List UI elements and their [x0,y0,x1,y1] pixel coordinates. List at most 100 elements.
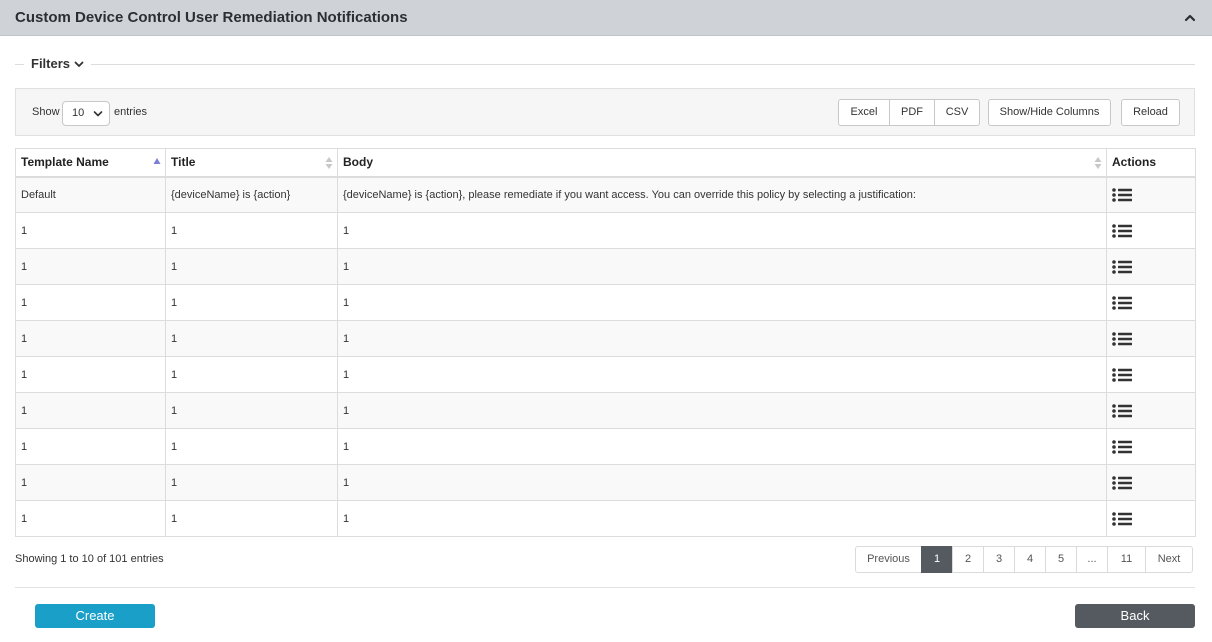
table-row: 111 [15,464,1196,501]
cell-title: 1 [165,248,338,285]
cell-title: {deviceName} is {action} [165,176,338,213]
cell-template-name: 1 [15,428,166,465]
cell-body: 1 [337,212,1107,249]
cell-body: 1 [337,428,1107,465]
row-actions-button[interactable] [1106,284,1196,321]
csv-button[interactable]: CSV [934,99,980,126]
pagination-next[interactable]: Next [1145,546,1193,573]
row-actions-button[interactable] [1106,428,1196,465]
pagination-page-2[interactable]: 2 [952,546,984,573]
cell-title: 1 [165,392,338,429]
row-actions-button[interactable] [1106,320,1196,357]
pagination: Previous 1 2 3 4 5 ... 11 Next [855,546,1193,573]
table-row: 111 [15,428,1196,465]
cell-body: 1 [337,320,1107,357]
column-header-label: Template Name [21,155,109,170]
column-header-title[interactable]: Title [165,148,338,178]
table-row: 111 [15,212,1196,249]
column-header-template-name[interactable]: Template Name [15,148,166,178]
notifications-table: Template Name Title Body Actions Default… [15,148,1196,537]
cell-body: 1 [337,284,1107,321]
column-header-actions: Actions [1106,148,1196,178]
row-actions-button[interactable] [1106,392,1196,429]
cell-title: 1 [165,212,338,249]
pagination-page-11[interactable]: 11 [1107,546,1146,573]
pagination-page-4[interactable]: 4 [1014,546,1046,573]
row-actions-button[interactable] [1106,500,1196,537]
list-icon [1112,367,1132,382]
create-button[interactable]: Create [35,604,155,628]
list-icon [1112,511,1132,526]
cell-template-name: 1 [15,356,166,393]
cell-template-name: 1 [15,248,166,285]
cell-template-name: 1 [15,284,166,321]
table-info: Showing 1 to 10 of 101 entries [15,553,164,565]
page-size-select[interactable]: 10 [62,101,110,126]
cell-template-name: 1 [15,392,166,429]
table-header-row: Template Name Title Body Actions [15,148,1196,178]
pagination-page-3[interactable]: 3 [983,546,1015,573]
cell-title: 1 [165,428,338,465]
reload-button[interactable]: Reload [1121,99,1180,126]
chevron-down-icon [74,61,84,67]
row-actions-button[interactable] [1106,356,1196,393]
sort-icon [325,157,333,169]
page-title: Custom Device Control User Remediation N… [15,9,408,26]
chevron-down-icon [93,111,103,117]
table-row: Default {deviceName} is {action} {deviceNa… [15,176,1196,213]
list-icon [1112,187,1132,202]
table-row: 111 [15,284,1196,321]
entries-label: entries [114,106,148,118]
export-button-group: Excel PDF CSV [838,99,980,126]
back-button[interactable]: Back [1075,604,1195,628]
pagination-page-1[interactable]: 1 [921,546,953,573]
cell-title: 1 [165,320,338,357]
cell-body: 1 [337,356,1107,393]
table-row: 111 [15,500,1196,537]
filters-toggle[interactable]: Filters [24,56,92,71]
cell-title: 1 [165,284,338,321]
cell-body: 1 [337,392,1107,429]
row-actions-button[interactable] [1106,464,1196,501]
row-actions-button[interactable] [1106,212,1196,249]
list-icon [1112,223,1132,238]
cell-title: 1 [165,464,338,501]
table-row: 111 [15,392,1196,429]
cell-title: 1 [165,500,338,537]
pagination-page-5[interactable]: 5 [1045,546,1077,573]
cell-template-name: 1 [15,320,166,357]
cell-body: 1 [337,248,1107,285]
list-icon [1112,295,1132,310]
show-hide-columns-button[interactable]: Show/Hide Columns [988,99,1111,126]
row-actions-button[interactable] [1106,248,1196,285]
sort-icon [1094,157,1102,169]
cell-template-name: Default [15,176,166,213]
pagination-previous[interactable]: Previous [855,546,922,573]
pagination-ellipsis: ... [1076,546,1108,573]
table-toolbar: Show 10 entries Excel PDF CSV Show/Hide … [15,88,1195,136]
cell-body: {deviceName} is {action}, please remedia… [337,176,1107,213]
column-header-body[interactable]: Body [337,148,1107,178]
list-icon [1112,331,1132,346]
page-size-value: 10 [72,107,85,119]
column-header-label: Body [343,155,373,170]
list-icon [1112,475,1132,490]
cell-body: 1 [337,464,1107,501]
sort-ascending-icon [153,158,161,164]
table-row: 111 [15,248,1196,285]
cell-title: 1 [165,356,338,393]
list-icon [1112,439,1132,454]
footer-divider [15,587,1195,588]
list-icon [1112,403,1132,418]
row-actions-button[interactable] [1106,176,1196,213]
filters-divider [15,64,1195,65]
cell-template-name: 1 [15,212,166,249]
pdf-button[interactable]: PDF [889,99,935,126]
column-header-label: Title [171,155,196,170]
table-row: 111 [15,320,1196,357]
chevron-up-icon[interactable] [1184,12,1196,24]
cell-template-name: 1 [15,500,166,537]
excel-button[interactable]: Excel [838,99,890,126]
show-label: Show [32,106,60,118]
filters-label: Filters [31,56,71,71]
